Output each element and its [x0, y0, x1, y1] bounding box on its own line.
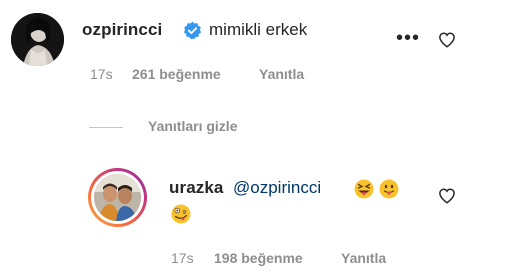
comment-text: mimikli erkek — [209, 20, 308, 39]
reply-timestamp: 17s — [171, 250, 194, 266]
comment-reply-button[interactable]: Yanıtla — [259, 66, 304, 82]
more-options-icon[interactable]: ••• — [396, 28, 420, 48]
tongue-out-emoji — [379, 179, 399, 199]
reply-reply-button[interactable]: Yanıtla — [341, 250, 386, 266]
verified-badge-icon — [183, 21, 202, 40]
squinting-tongue-emoji — [354, 179, 374, 199]
comment-timestamp: 17s — [90, 66, 113, 82]
reply-mention-link[interactable]: @ozpirincci — [233, 178, 321, 198]
comment-username[interactable]: ozpirincci — [82, 20, 162, 40]
zany-face-emoji — [171, 204, 191, 224]
comment-like-count[interactable]: 261 beğenme — [132, 66, 221, 82]
heart-outline-icon[interactable] — [438, 31, 456, 49]
reply-username[interactable]: urazka — [169, 178, 223, 198]
hide-replies-button[interactable]: Yanıtları gizle — [148, 118, 237, 134]
reply-like-count[interactable]: 198 beğenme — [214, 250, 303, 266]
reply-avatar[interactable] — [94, 174, 141, 221]
avatar[interactable] — [11, 13, 64, 66]
heart-outline-icon[interactable] — [438, 187, 456, 205]
replies-divider — [89, 127, 123, 128]
